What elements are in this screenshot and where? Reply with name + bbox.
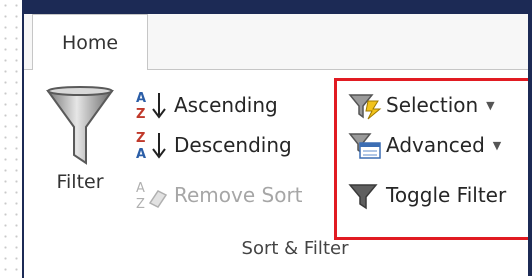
filter-button[interactable]: Filter: [38, 79, 122, 209]
svg-text:A: A: [136, 181, 145, 196]
descending-button[interactable]: Z A Descending: [134, 126, 292, 164]
svg-text:A: A: [136, 147, 146, 161]
svg-text:A: A: [136, 91, 146, 106]
svg-text:Z: Z: [136, 197, 145, 211]
ascending-label: Ascending: [174, 93, 278, 117]
group-label: Sort & Filter: [241, 238, 349, 259]
ascending-button[interactable]: A Z Ascending: [134, 86, 278, 124]
remove-sort-button[interactable]: A Z Remove Sort: [134, 176, 303, 214]
descending-label: Descending: [174, 133, 292, 157]
funnel-icon: [46, 86, 114, 165]
svg-text:Z: Z: [136, 131, 145, 146]
remove-sort-label: Remove Sort: [174, 183, 303, 207]
sort-descending-icon: Z A: [134, 129, 174, 162]
tab-home[interactable]: Home: [32, 14, 148, 71]
sort-ascending-icon: A Z: [134, 89, 174, 122]
highlight-box: [334, 78, 532, 240]
svg-text:Z: Z: [136, 107, 145, 121]
window-top-strip: [24, 0, 532, 14]
window-right-edge: [528, 0, 532, 276]
filter-label: Filter: [56, 171, 104, 193]
remove-sort-icon: A Z: [134, 179, 174, 212]
